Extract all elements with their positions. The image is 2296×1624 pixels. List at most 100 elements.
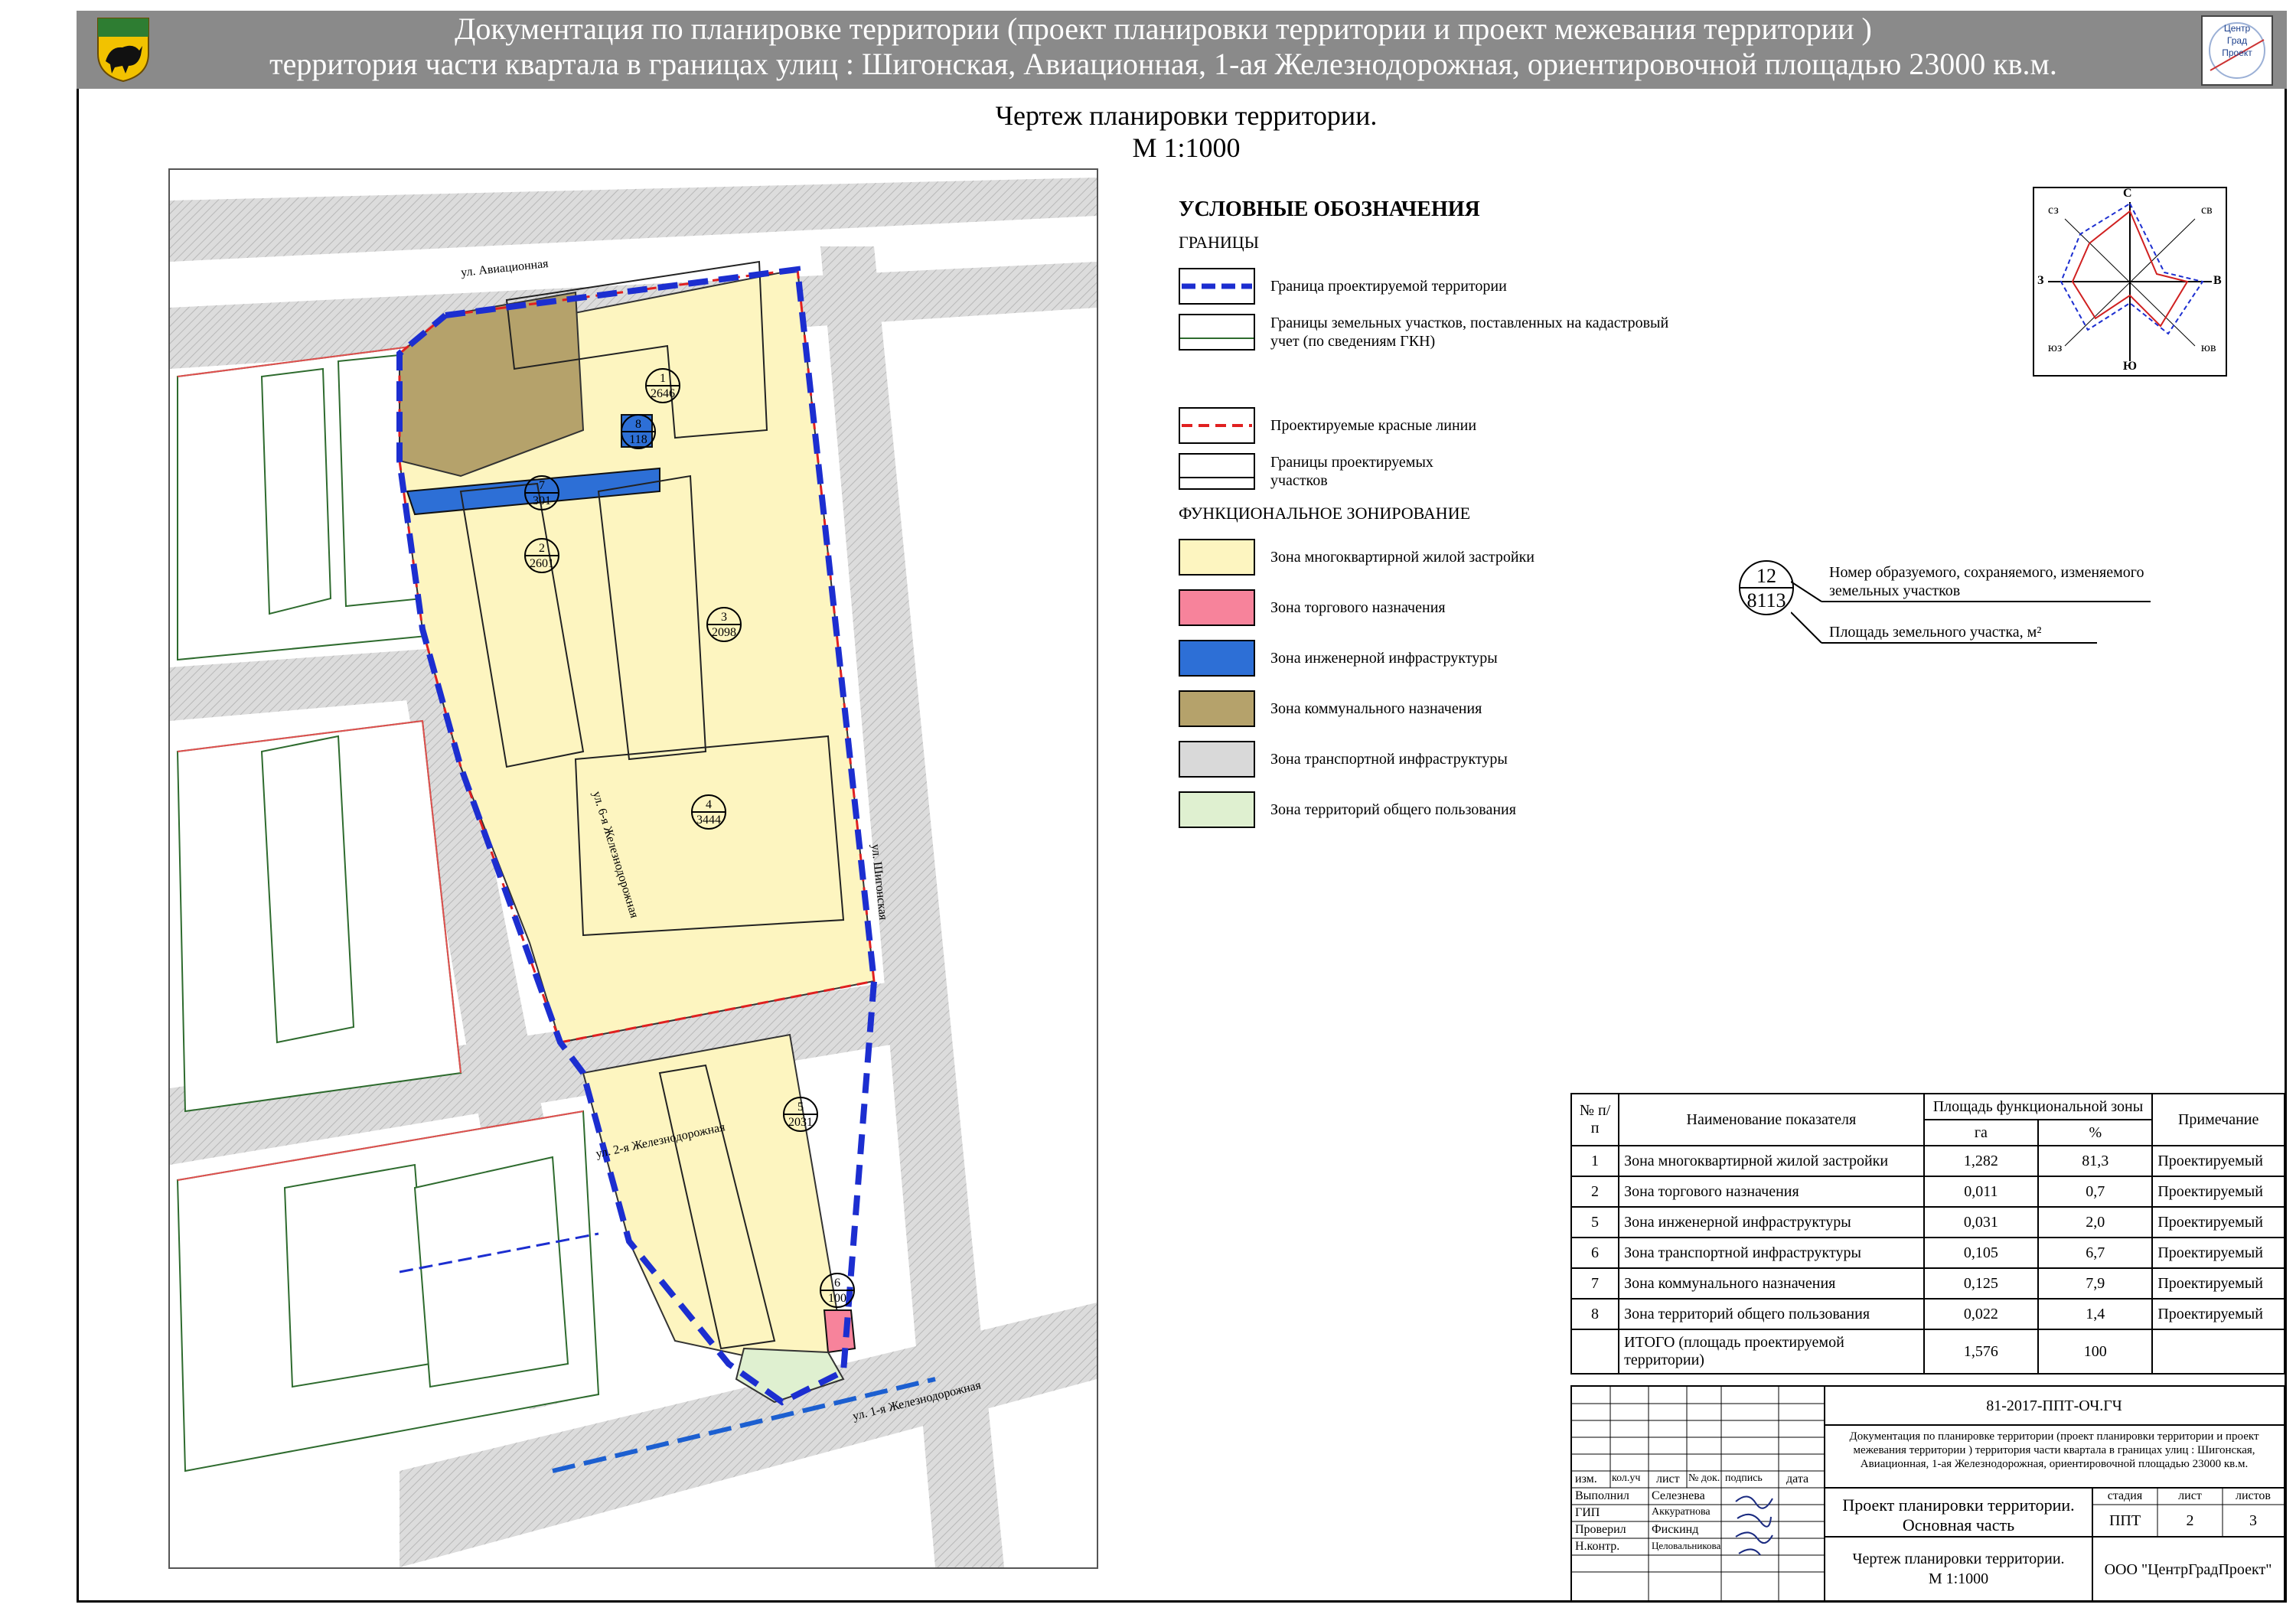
legend-swatch-cadastral — [1179, 314, 1255, 351]
stamp-sheets: 3 — [2249, 1512, 2257, 1529]
legend-swatch-communal — [1179, 690, 1255, 727]
compass-ne: св — [2201, 204, 2213, 217]
legend-swatch-residential — [1179, 539, 1255, 576]
cell-note: Проектируемый — [2151, 1267, 2285, 1300]
parcel-number: 5 — [797, 1101, 804, 1114]
table-row: 6 Зона транспортной инфраструктуры 0,105… — [1570, 1237, 2285, 1269]
header-line-1: Документация по планировке территории (п… — [455, 11, 1872, 46]
indicators-table: № п/п Наименование показателя Площадь фу… — [1570, 1093, 2285, 1375]
logo-text-3: Проект — [2222, 47, 2252, 58]
legend-label: Граница проектируемой территории — [1270, 278, 1507, 295]
cell-note: Проектируемый — [2151, 1145, 2285, 1177]
planning-map: ул. Авиационная ул. Шигонская ул. 6-я Же… — [168, 168, 1098, 1569]
compass-n: С — [2123, 187, 2132, 200]
cell-ha: 0,031 — [1923, 1206, 2040, 1238]
legend-label: Зона многоквартирной жилой застройки — [1270, 549, 1534, 566]
cell-total-name: ИТОГО (площадь проектируемой территории) — [1618, 1329, 1925, 1375]
legend: УСЛОВНЫЕ ОБОЗНАЧЕНИЯ — [1179, 197, 1480, 222]
stamp-role: Выполнил — [1575, 1489, 1629, 1502]
sheet-title-line-1: Чертеж планировки территории. — [995, 100, 1378, 131]
sheet-title-scale: М 1:1000 — [1132, 132, 1241, 163]
legend-swatch-project-parcels — [1179, 453, 1255, 490]
wind-rose: С Ю В З св сз юв юз — [2033, 187, 2227, 377]
cell-name: Зона коммунального назначения — [1618, 1267, 1925, 1300]
cell-pct: 1,4 — [2037, 1298, 2154, 1330]
legend-label: Зона коммунального назначения — [1270, 700, 1482, 717]
legend-label: Зона инженерной инфраструктуры — [1270, 650, 1498, 667]
col-num: № п/п — [1570, 1093, 1620, 1146]
signatures — [1735, 1495, 1773, 1556]
cell-ha: 0,011 — [1923, 1176, 2040, 1208]
parcel-area: 3444 — [696, 814, 721, 827]
cell-ha: 0,105 — [1923, 1237, 2040, 1269]
stamp-stage-label: стадия — [2107, 1489, 2143, 1502]
cell-pct: 0,7 — [2037, 1176, 2154, 1208]
stamp-drawing-name: Чертеж планировки территории. — [1852, 1551, 2065, 1567]
cell-num: 8 — [1570, 1298, 1620, 1330]
parcel-key-number: 12 — [1756, 565, 1776, 587]
cell-name: Зона территорий общего пользования — [1618, 1298, 1925, 1330]
cell-name: Зона транспортной инфраструктуры — [1618, 1237, 1925, 1269]
zone-trade — [823, 1309, 856, 1354]
cell-note: Проектируемый — [2151, 1176, 2285, 1208]
parcel-number: 4 — [706, 798, 712, 811]
stamp-sheets-label: листов — [2236, 1489, 2271, 1502]
compass-sw: юз — [2048, 341, 2063, 354]
cell-num — [1570, 1329, 1620, 1375]
parcel-area: 118 — [629, 433, 647, 446]
stamp-person: Целовальникова — [1652, 1540, 1721, 1551]
cell-total-ha: 1,576 — [1923, 1329, 2040, 1375]
cell-num: 6 — [1570, 1237, 1620, 1269]
legend-label: Границы проектируемых участков — [1270, 454, 1433, 489]
stamp-code: 81-2017-ППТ-ОЧ.ГЧ — [1986, 1397, 2122, 1414]
legend-label: Проектируемые красные линии — [1270, 417, 1477, 434]
logo-text-1: Центр — [2223, 23, 2251, 34]
stamp-role: Н.контр. — [1575, 1540, 1620, 1553]
cell-name: Зона инженерной инфраструктуры — [1618, 1206, 1925, 1238]
parcel-area: 301 — [533, 494, 551, 507]
col-pct: % — [2037, 1119, 2154, 1146]
stamp-col-koluch: кол.уч — [1612, 1472, 1641, 1484]
legend-label: Зона торгового назначения — [1270, 599, 1446, 616]
parcel-key-num-label: Номер образуемого, сохраняемого, изменяе… — [1829, 564, 2144, 599]
legend-swatch-red-lines — [1179, 407, 1255, 444]
stamp-col-list: лист — [1656, 1472, 1680, 1485]
compass-se: юв — [2201, 341, 2216, 354]
cell-ha: 0,022 — [1923, 1298, 2040, 1330]
parcel-area: 2646 — [651, 387, 675, 400]
stamp-sheet-label: лист — [2178, 1489, 2202, 1502]
legend-zoning-heading: ФУНКЦИОНАЛЬНОЕ ЗОНИРОВАНИЕ — [1179, 504, 1471, 523]
legend-label: Границы земельных участков, поставленных… — [1270, 315, 1669, 350]
cell-note: Проектируемый — [2151, 1298, 2285, 1330]
compass-e: В — [2213, 274, 2222, 287]
stamp-col-izm: изм. — [1575, 1472, 1597, 1485]
cell-pct: 6,7 — [2037, 1237, 2154, 1269]
parcel-area: 2601 — [530, 557, 554, 570]
legend-label: Зона территорий общего пользования — [1270, 801, 1516, 818]
legend-boundaries-heading: ГРАНИЦЫ — [1179, 233, 1259, 252]
cell-total-pct: 100 — [2037, 1329, 2154, 1375]
stamp-drawing-scale: М 1:1000 — [1928, 1570, 1989, 1587]
legend-swatch-public — [1179, 791, 1255, 828]
stamp-role: Проверил — [1575, 1523, 1626, 1536]
parcel-key-symbol: 12 8113 — [1737, 559, 1795, 617]
table-row: 8 Зона территорий общего пользования 0,0… — [1570, 1298, 2285, 1330]
cell-name: Зона многоквартирной жилой застройки — [1618, 1145, 1925, 1177]
cell-pct: 7,9 — [2037, 1267, 2154, 1300]
table-row-total: ИТОГО (площадь проектируемой территории)… — [1570, 1329, 2285, 1375]
stamp-project-part: Основная часть — [1902, 1515, 2015, 1534]
stamp-project-name: Проект планировки территории. — [1842, 1495, 2075, 1515]
stamp-sheet: 2 — [2186, 1512, 2194, 1529]
legend-swatch-trade — [1179, 589, 1255, 626]
table-row: 7 Зона коммунального назначения 0,125 7,… — [1570, 1267, 2285, 1300]
parcel-number: 1 — [660, 372, 666, 385]
parcel-key-area: 8113 — [1746, 589, 1786, 611]
company-logo: Центр Град Проект — [2201, 15, 2273, 86]
parcel-area: 2098 — [712, 626, 736, 639]
parcel-number: 6 — [834, 1277, 840, 1290]
col-area: Площадь функциональной зоны — [1923, 1093, 2154, 1120]
cell-note — [2151, 1329, 2285, 1375]
legend-swatch-project-boundary — [1179, 268, 1255, 305]
stamp-col-date: дата — [1786, 1472, 1809, 1485]
col-ha: га — [1923, 1119, 2040, 1146]
